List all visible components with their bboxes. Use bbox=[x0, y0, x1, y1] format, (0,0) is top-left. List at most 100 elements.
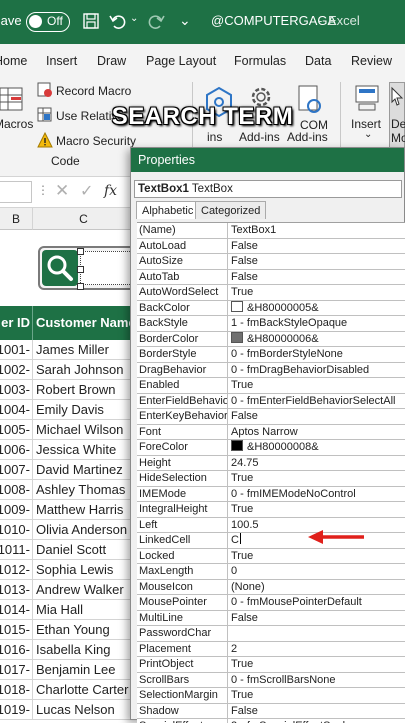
property-row[interactable]: Height 24.75 bbox=[137, 455, 405, 471]
column-header-b[interactable]: B bbox=[0, 208, 33, 230]
customer-id-cell[interactable]: -1008 bbox=[0, 480, 33, 500]
tab-alphabetic[interactable]: Alphabetic bbox=[136, 201, 200, 219]
resize-handle[interactable] bbox=[77, 283, 84, 290]
property-name[interactable]: BorderColor bbox=[137, 331, 228, 347]
property-row[interactable]: ForeColor &H80000008& bbox=[137, 440, 405, 456]
property-row[interactable]: AutoLoad False bbox=[137, 238, 405, 254]
customer-id-cell[interactable]: -1016 bbox=[0, 640, 33, 660]
customer-name-cell[interactable]: Isabella King bbox=[33, 640, 135, 660]
macro-security-label[interactable]: Macro Security bbox=[56, 134, 136, 148]
property-name[interactable]: Left bbox=[137, 517, 228, 533]
table-row[interactable]: -1003Robert Brown bbox=[0, 380, 135, 400]
property-value[interactable]: 0 - fmEnterFieldBehaviorSelectAll bbox=[228, 394, 405, 409]
property-name[interactable]: (Name) bbox=[137, 223, 228, 239]
property-value[interactable]: True bbox=[228, 688, 405, 704]
cancel-icon[interactable]: ✕ bbox=[55, 181, 69, 201]
table-row[interactable]: -1004Emily Davis bbox=[0, 400, 135, 420]
property-value[interactable]: 0 - fmIMEModeNoControl bbox=[228, 487, 405, 502]
property-value[interactable] bbox=[228, 626, 405, 642]
property-name[interactable]: DragBehavior bbox=[137, 362, 228, 378]
table-row[interactable]: -1009Matthew Harris bbox=[0, 500, 135, 520]
property-name[interactable]: PasswordChar bbox=[137, 626, 228, 642]
property-row[interactable]: IMEMode 0 - fmIMEModeNoControl bbox=[137, 486, 405, 502]
customer-id-cell[interactable]: -1001 bbox=[0, 340, 33, 360]
customer-name-cell[interactable]: Charlotte Carter bbox=[33, 680, 135, 700]
tab-page-layout[interactable]: Page Layout bbox=[146, 54, 216, 68]
property-row[interactable]: MultiLine False bbox=[137, 610, 405, 626]
search-textbox[interactable] bbox=[80, 251, 134, 285]
table-row[interactable]: -1006Jessica White bbox=[0, 440, 135, 460]
property-value[interactable]: 0 - fmScrollBarsNone bbox=[228, 673, 405, 688]
tab-categorized[interactable]: Categorized bbox=[195, 201, 267, 219]
customer-id-cell[interactable]: -1014 bbox=[0, 600, 33, 620]
table-row[interactable]: -1002Sarah Johnson bbox=[0, 360, 135, 380]
table-row[interactable]: -1017Benjamin Lee bbox=[0, 660, 135, 680]
property-name[interactable]: MouseIcon bbox=[137, 579, 228, 595]
property-row[interactable]: BackStyle 1 - fmBackStyleOpaque bbox=[137, 316, 405, 332]
property-name[interactable]: MaxLength bbox=[137, 564, 228, 580]
tab-home[interactable]: Home bbox=[0, 54, 27, 68]
customer-id-cell[interactable]: -1018 bbox=[0, 680, 33, 700]
property-row[interactable]: Shadow False bbox=[137, 703, 405, 719]
customer-name-cell[interactable]: David Martinez bbox=[33, 460, 135, 480]
customer-name-cell[interactable]: Olivia Anderson bbox=[33, 520, 135, 540]
undo-icon[interactable] bbox=[108, 12, 126, 30]
customer-name-cell[interactable]: James Miller bbox=[33, 340, 135, 360]
property-value[interactable]: False bbox=[228, 239, 405, 254]
customer-name-cell[interactable]: Daniel Scott bbox=[33, 540, 135, 560]
table-row[interactable]: -1015Ethan Young bbox=[0, 620, 135, 640]
property-row[interactable]: IntegralHeight True bbox=[137, 502, 405, 518]
customer-id-cell[interactable]: -1006 bbox=[0, 440, 33, 460]
addins-fragment-label[interactable]: ins bbox=[207, 130, 222, 144]
customer-name-cell[interactable]: Robert Brown bbox=[33, 380, 135, 400]
property-value[interactable]: True bbox=[228, 502, 405, 518]
property-row[interactable]: PasswordChar bbox=[137, 626, 405, 642]
property-row[interactable]: BorderStyle 0 - fmBorderStyleNone bbox=[137, 347, 405, 363]
customer-name-cell[interactable]: Mia Hall bbox=[33, 600, 135, 620]
customer-name-cell[interactable]: Andrew Walker bbox=[33, 580, 135, 600]
enter-icon[interactable]: ✓ bbox=[80, 181, 93, 201]
property-value[interactable]: &H80000006& bbox=[228, 331, 405, 347]
customer-id-cell[interactable]: -1004 bbox=[0, 400, 33, 420]
customer-name-cell[interactable]: Ashley Thomas bbox=[33, 480, 135, 500]
fx-icon[interactable]: fx bbox=[104, 183, 117, 199]
tab-draw[interactable]: Draw bbox=[97, 54, 126, 68]
property-row[interactable]: EnterKeyBehavior False bbox=[137, 409, 405, 425]
property-row[interactable]: HideSelection True bbox=[137, 471, 405, 487]
table-row[interactable]: -1012Sophia Lewis bbox=[0, 560, 135, 580]
com-addins-label[interactable]: Add-ins bbox=[287, 130, 328, 144]
name-box[interactable] bbox=[0, 181, 32, 203]
property-row[interactable]: AutoSize False bbox=[137, 254, 405, 270]
property-row[interactable]: Enabled True bbox=[137, 378, 405, 394]
table-row[interactable]: -1005Michael Wilson bbox=[0, 420, 135, 440]
excel-addins-label[interactable]: Add-ins bbox=[239, 130, 280, 144]
property-value[interactable]: 0 - fmBorderStyleNone bbox=[228, 347, 405, 363]
save-icon[interactable] bbox=[82, 12, 100, 30]
table-row[interactable]: -1010Olivia Anderson bbox=[0, 520, 135, 540]
property-value[interactable]: False bbox=[228, 254, 405, 270]
property-row[interactable]: AutoTab False bbox=[137, 269, 405, 285]
customer-id-cell[interactable]: -1015 bbox=[0, 620, 33, 640]
design-mode-label-2[interactable]: Mo bbox=[391, 131, 405, 145]
property-value[interactable]: 0 - fmDragBehaviorDisabled bbox=[228, 363, 405, 378]
table-row[interactable]: -1013Andrew Walker bbox=[0, 580, 135, 600]
property-row[interactable]: (Name) TextBox1 bbox=[137, 223, 405, 239]
customize-toolbar-icon[interactable]: ⌄ bbox=[179, 12, 191, 29]
customer-id-cell[interactable]: -1019 bbox=[0, 700, 33, 720]
column-header-c[interactable]: C bbox=[33, 208, 135, 230]
customer-name-cell[interactable]: Matthew Harris bbox=[33, 500, 135, 520]
property-value[interactable]: 0 bbox=[228, 564, 405, 580]
property-value[interactable]: True bbox=[228, 657, 405, 673]
customer-id-cell[interactable]: -1010 bbox=[0, 520, 33, 540]
tab-data[interactable]: Data bbox=[305, 54, 331, 68]
resize-handle[interactable] bbox=[77, 248, 84, 255]
property-value[interactable]: False bbox=[228, 704, 405, 719]
property-name[interactable]: Shadow bbox=[137, 703, 228, 719]
property-name[interactable]: AutoTab bbox=[137, 269, 228, 285]
property-value[interactable]: True bbox=[228, 471, 405, 487]
more-options-icon[interactable]: ⋮ bbox=[37, 183, 49, 197]
property-row[interactable]: BorderColor &H80000006& bbox=[137, 331, 405, 347]
property-row[interactable]: Font Aptos Narrow bbox=[137, 424, 405, 440]
resize-handle[interactable] bbox=[77, 266, 84, 273]
property-name[interactable]: MultiLine bbox=[137, 610, 228, 626]
